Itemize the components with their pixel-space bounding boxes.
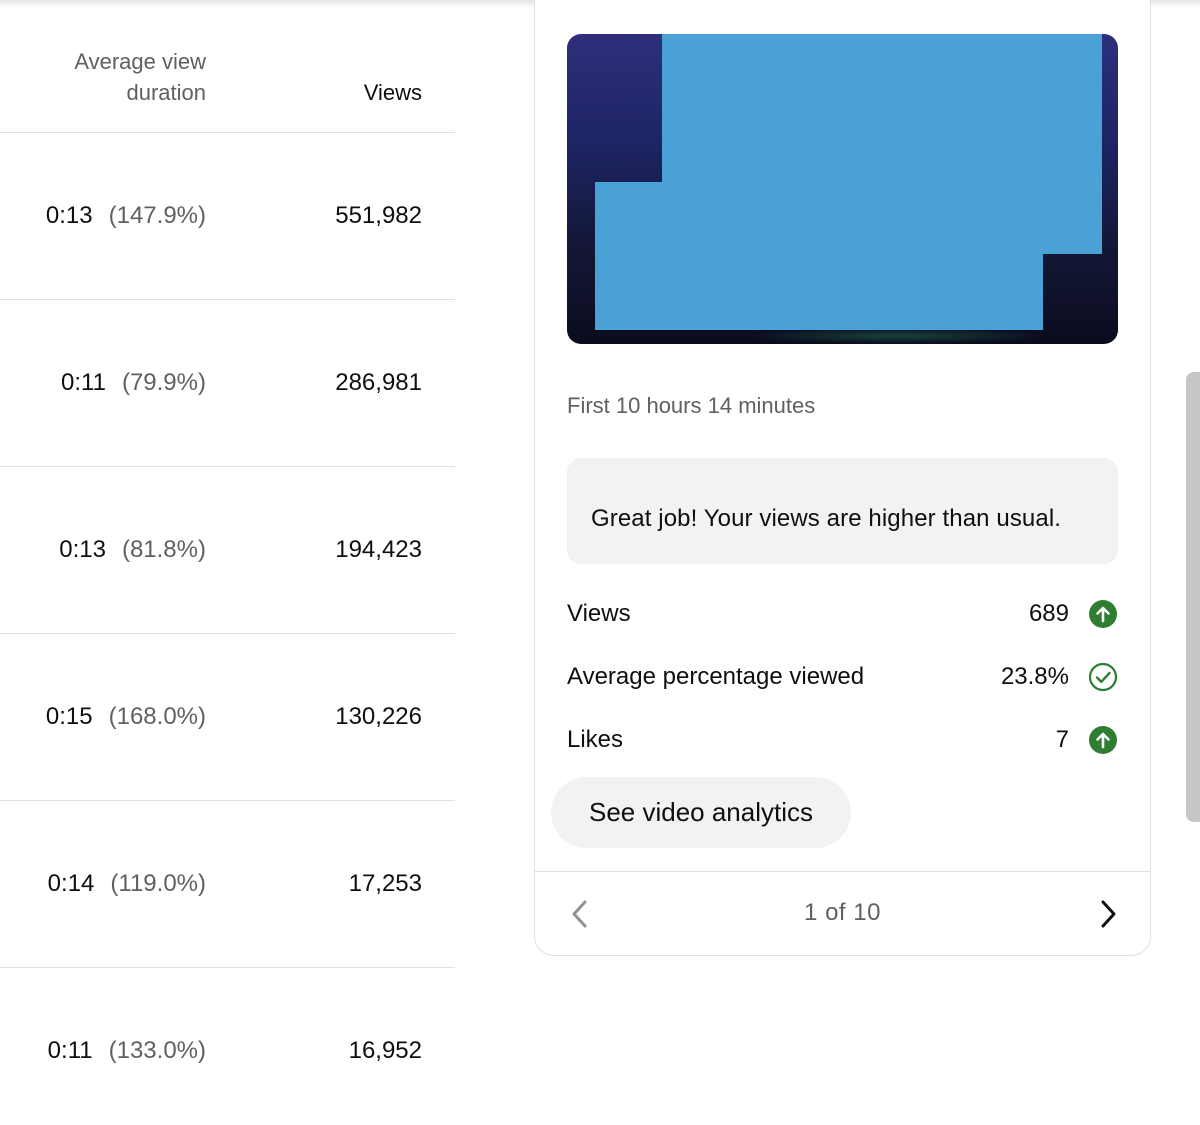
arrow-up-circle-icon bbox=[1089, 726, 1117, 754]
views-cell: 551,982 bbox=[335, 202, 422, 229]
duration-percent: (79.9%) bbox=[121, 369, 206, 396]
arrow-up-circle-icon bbox=[1089, 600, 1117, 628]
table-row[interactable]: 0:11 (133.0%) 16,952 bbox=[0, 968, 455, 1125]
avg-view-duration-cell: 0:13 (81.8%) bbox=[59, 535, 206, 565]
duration-value: 0:11 bbox=[47, 1037, 93, 1064]
avg-view-duration-cell: 0:15 (168.0%) bbox=[46, 702, 206, 732]
duration-percent: (119.0%) bbox=[110, 870, 206, 897]
see-video-analytics-button[interactable]: See video analytics bbox=[551, 777, 851, 848]
analytics-page: Average view duration Views 0:13 (147.9%)… bbox=[0, 0, 1200, 1125]
duration-percent: (147.9%) bbox=[108, 202, 206, 229]
avg-view-duration-cell: 0:11 (79.9%) bbox=[61, 368, 206, 398]
views-cell: 194,423 bbox=[335, 536, 422, 563]
duration-percent: (81.8%) bbox=[121, 536, 206, 563]
views-cell: 286,981 bbox=[335, 369, 422, 396]
table-row[interactable]: 0:14 (119.0%) 17,253 bbox=[0, 801, 455, 968]
duration-value: 0:15 bbox=[45, 703, 93, 730]
chevron-right-icon[interactable] bbox=[1093, 897, 1123, 931]
table-row[interactable]: 0:13 (147.9%) 551,982 bbox=[0, 133, 455, 300]
avg-view-duration-cell: 0:11 (133.0%) bbox=[48, 1036, 206, 1066]
time-period-label: First 10 hours 14 minutes bbox=[567, 393, 816, 418]
metric-row-likes: Likes 7 bbox=[567, 724, 1118, 756]
metric-row-avg-percentage: Average percentage viewed 23.8% bbox=[567, 661, 1118, 693]
latest-video-card: First 10 hours 14 minutes Great job! You… bbox=[534, 0, 1151, 956]
performance-message: Great job! Your views are higher than us… bbox=[567, 458, 1118, 564]
table-row[interactable]: 0:15 (168.0%) 130,226 bbox=[0, 634, 455, 801]
redaction-block bbox=[662, 34, 1102, 254]
redaction-block bbox=[662, 249, 1043, 330]
views-cell: 16,952 bbox=[348, 1037, 422, 1064]
duration-value: 0:13 bbox=[59, 536, 106, 563]
metric-label: Views bbox=[567, 600, 631, 627]
table-header: Average view duration Views bbox=[0, 0, 455, 133]
performance-message-text: Great job! Your views are higher than us… bbox=[591, 505, 1062, 532]
card-divider bbox=[535, 871, 1150, 872]
avg-view-duration-header[interactable]: Average view duration bbox=[26, 46, 206, 108]
redaction-block bbox=[595, 182, 665, 330]
video-stats-table: Average view duration Views 0:13 (147.9%)… bbox=[0, 0, 455, 1125]
pager-label: 1 of 10 bbox=[804, 899, 881, 926]
video-thumbnail[interactable] bbox=[567, 34, 1118, 344]
check-circle-icon bbox=[1088, 662, 1118, 692]
duration-percent: (168.0%) bbox=[108, 703, 206, 730]
views-header[interactable]: Views bbox=[364, 77, 422, 108]
metric-row-views: Views 689 bbox=[567, 598, 1118, 630]
thumbnail-glow bbox=[747, 328, 1047, 344]
duration-value: 0:11 bbox=[61, 369, 106, 396]
scrollbar[interactable] bbox=[1186, 372, 1200, 822]
metric-label: Likes bbox=[567, 726, 624, 753]
metric-label: Average percentage viewed bbox=[567, 663, 865, 690]
table-row[interactable]: 0:13 (81.8%) 194,423 bbox=[0, 467, 455, 634]
metric-value: 7 bbox=[1055, 726, 1069, 753]
duration-value: 0:13 bbox=[45, 202, 93, 229]
avg-view-duration-cell: 0:14 (119.0%) bbox=[48, 869, 206, 899]
metric-value: 23.8% bbox=[1000, 663, 1069, 690]
views-cell: 17,253 bbox=[348, 870, 422, 897]
views-cell: 130,226 bbox=[335, 703, 422, 730]
duration-value: 0:14 bbox=[47, 870, 95, 897]
avg-view-duration-cell: 0:13 (147.9%) bbox=[46, 201, 206, 231]
table-row[interactable]: 0:11 (79.9%) 286,981 bbox=[0, 300, 455, 467]
duration-percent: (133.0%) bbox=[108, 1037, 206, 1064]
metric-value: 689 bbox=[1028, 600, 1069, 627]
